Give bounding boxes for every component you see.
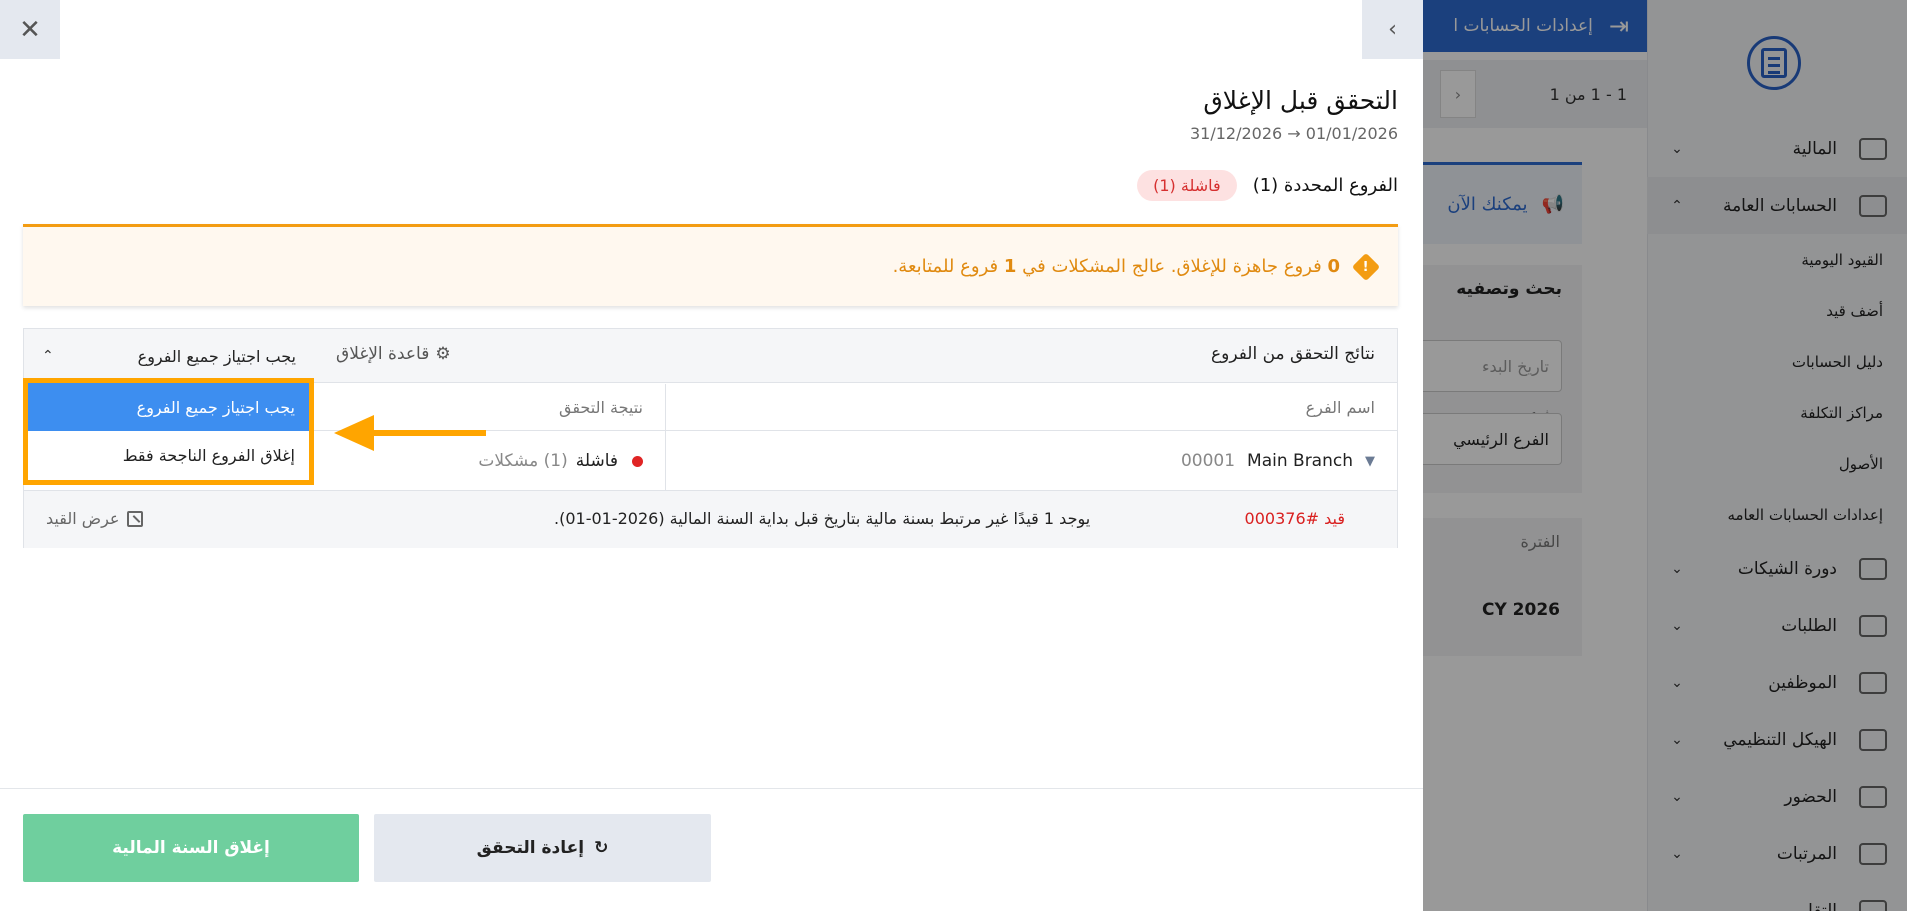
- drawer-title: التحقق قبل الإغلاق: [1203, 86, 1398, 115]
- fiscal-period-dates: 31/12/2026 → 01/01/2026: [1189, 124, 1398, 143]
- alert-text-part2: فروع للمتابعة.: [892, 256, 999, 277]
- branch-code: 00001: [1180, 451, 1236, 471]
- dropdown-option-passed-only[interactable]: إغلاق الفروع الناجحة فقط: [28, 431, 309, 479]
- view-entry-link[interactable]: عرض القيد: [46, 509, 144, 528]
- close-fiscal-year-button[interactable]: إغلاق السنة المالية: [23, 814, 359, 882]
- pre-close-check-drawer: ✕ ‹ التحقق قبل الإغلاق 31/12/2026 → 01/0…: [0, 0, 1423, 911]
- failed-status-dot: [632, 455, 643, 467]
- selected-branches-label: الفروع المحددة (1): [1252, 175, 1398, 196]
- refresh-icon: ↻: [594, 838, 609, 858]
- gear-icon: ⚙: [435, 344, 451, 364]
- issue-row: قيد #000376 يوجد 1 قيدًا غير مرتبط بسنة …: [24, 491, 1397, 548]
- ready-count: 0: [1327, 256, 1340, 277]
- close-button[interactable]: ✕: [0, 0, 60, 59]
- external-link-icon: [127, 510, 144, 527]
- closing-rule-select[interactable]: يجب اجتياز جميع الفروع ⌃: [24, 329, 314, 383]
- warning-icon: !: [1351, 252, 1381, 281]
- caret-down-icon[interactable]: ▼: [1365, 454, 1375, 469]
- issues-count: (1) مشكلات: [478, 451, 568, 471]
- results-title: نتائج التحقق من الفروع: [1210, 344, 1375, 364]
- closing-rule-label: ⚙ قاعدة الإغلاق: [336, 344, 451, 364]
- closing-rule-dropdown: يجب اجتياز جميع الفروع إغلاق الفروع النا…: [23, 378, 314, 485]
- close-icon: ✕: [19, 14, 41, 45]
- alert-text-part1: فروع جاهزة للإغلاق. عالج المشكلات في: [1022, 256, 1322, 277]
- result-status: فاشلة: [575, 451, 618, 471]
- selected-branches-row: الفروع المحددة (1) فاشلة (1): [1137, 170, 1398, 201]
- failed-status-badge: فاشلة (1): [1137, 170, 1237, 201]
- results-header: نتائج التحقق من الفروع ⚙ قاعدة الإغلاق ي…: [24, 329, 1397, 383]
- chevron-left-icon: ‹: [1388, 17, 1397, 42]
- branch-name: Main Branch: [1247, 451, 1353, 471]
- chevron-up-icon: ⌃: [42, 348, 54, 364]
- branch-cell[interactable]: ▼ Main Branch 00001: [665, 431, 1397, 491]
- column-header-branch-name: اسم الفرع: [665, 384, 1397, 431]
- followup-count: 1: [1003, 256, 1017, 277]
- collapse-button[interactable]: ‹: [1362, 0, 1423, 59]
- recheck-button[interactable]: ↻ إعادة التحقق: [374, 814, 711, 882]
- footer-divider: [0, 788, 1423, 789]
- dropdown-option-all-branches[interactable]: يجب اجتياز جميع الفروع: [28, 383, 309, 431]
- closing-rule-value: يجب اجتياز جميع الفروع: [137, 346, 296, 366]
- closing-rule-text: قاعدة الإغلاق: [336, 344, 430, 364]
- warning-alert: ! 0 فروع جاهزة للإغلاق. عالج المشكلات في…: [23, 224, 1398, 306]
- view-entry-label: عرض القيد: [46, 509, 120, 528]
- alert-message: 0 فروع جاهزة للإغلاق. عالج المشكلات في 1…: [893, 256, 1340, 277]
- annotation-arrow-icon: [334, 415, 486, 451]
- issue-description: يوجد 1 قيدًا غير مرتبط بسنة مالية بتاريخ…: [554, 509, 1091, 528]
- recheck-label: إعادة التحقق: [476, 838, 585, 858]
- entry-reference-link[interactable]: قيد #000376: [1245, 509, 1345, 528]
